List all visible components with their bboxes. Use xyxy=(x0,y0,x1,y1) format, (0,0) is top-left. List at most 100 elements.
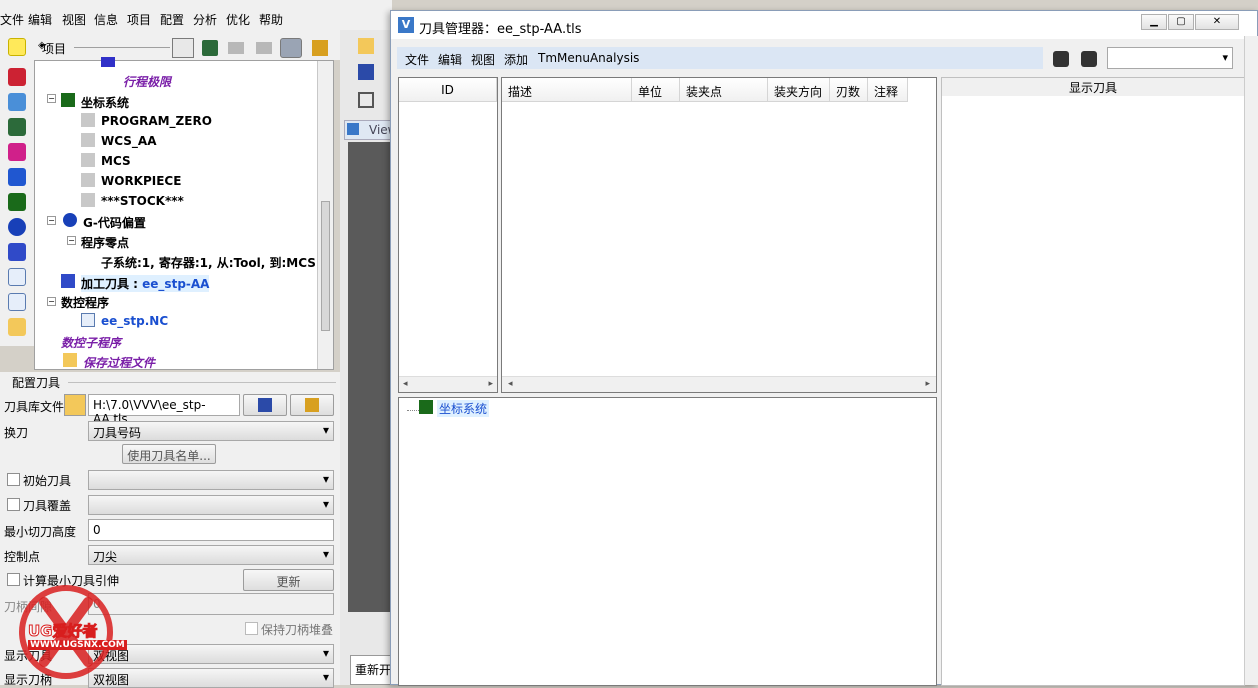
properties-button[interactable] xyxy=(172,38,194,58)
menu-edit[interactable]: 编辑 xyxy=(28,11,52,28)
col-comment[interactable]: 注释 xyxy=(868,78,908,102)
tree-item-nc-file[interactable]: ee_stp.NC xyxy=(101,314,168,328)
min-cut-height-field[interactable]: 0 xyxy=(88,519,334,541)
tree-item-nc-subroutine[interactable]: 数控子程序 xyxy=(61,334,121,351)
stock-icon[interactable] xyxy=(8,143,26,161)
open-folder-button[interactable] xyxy=(64,394,86,416)
move-icon[interactable] xyxy=(8,168,26,186)
save-icon[interactable] xyxy=(358,64,374,80)
close-button[interactable]: ✕ xyxy=(1195,14,1239,30)
component-icon[interactable] xyxy=(8,93,26,111)
tm-menu-add[interactable]: 添加 xyxy=(504,51,528,68)
library-label: 刀具库文件 xyxy=(4,400,65,414)
tm-menu-file[interactable]: 文件 xyxy=(405,51,429,68)
tm-menu-view[interactable]: 视图 xyxy=(471,51,495,68)
expander[interactable]: − xyxy=(67,236,76,245)
menu-optimize[interactable]: 优化 xyxy=(226,11,250,28)
menu-config[interactable]: 配置 xyxy=(160,11,184,28)
col-description[interactable]: 描述 xyxy=(502,78,632,102)
filter-select[interactable]: ▾ xyxy=(1107,47,1233,69)
menu-info[interactable]: 信息 xyxy=(94,11,118,28)
col-flutes[interactable]: 刃数 xyxy=(830,78,868,102)
id-column-header[interactable]: ID xyxy=(399,78,497,102)
tool-change-select[interactable]: 刀具号码 xyxy=(88,421,334,441)
expander[interactable]: − xyxy=(47,94,56,103)
expander[interactable]: − xyxy=(47,297,56,306)
tool-lookup-icon[interactable] xyxy=(1053,51,1069,67)
tree-item-nc-program[interactable]: 数控程序 xyxy=(61,294,109,311)
menu-analysis[interactable]: 分析 xyxy=(193,11,217,28)
tree-item-machining-tool[interactable]: 加工刀具 : ee_stp-AA xyxy=(81,275,210,292)
save-as-library-button[interactable] xyxy=(290,394,334,416)
minimize-button[interactable]: ▁ xyxy=(1141,14,1167,30)
menu-view[interactable]: 视图 xyxy=(62,11,86,28)
maximize-button[interactable]: ▢ xyxy=(1168,14,1194,30)
tree-item-wcs-aa[interactable]: WCS_AA xyxy=(101,134,156,148)
tree-item-travel-limit[interactable]: 行程极限 xyxy=(123,73,171,90)
initial-tool-select[interactable] xyxy=(88,470,334,490)
tree-scrollbar[interactable] xyxy=(317,61,333,369)
tree-item-save-process[interactable]: 保存过程文件 xyxy=(83,354,155,371)
control-point-select[interactable]: 刀尖 xyxy=(88,545,334,565)
tooling-icon[interactable] xyxy=(8,243,26,261)
col-clamp-point[interactable]: 装夹点 xyxy=(680,78,768,102)
nc-program-icon[interactable] xyxy=(8,268,26,286)
tool-override-select[interactable] xyxy=(88,495,334,515)
coord-system-icon xyxy=(61,93,75,107)
tool-table-pane: 描述 单位 装夹点 装夹方向 刃数 注释 ◂ ▸ xyxy=(501,77,937,393)
tree-item-program-zero[interactable]: PROGRAM_ZERO xyxy=(101,114,212,128)
tree-item-program-zero-offset[interactable]: 程序零点 xyxy=(81,234,129,251)
save-library-button[interactable] xyxy=(243,394,287,416)
update-button[interactable]: 更新 xyxy=(243,569,334,591)
save-process-icon xyxy=(63,353,77,367)
coord-icon[interactable] xyxy=(8,193,26,211)
scroll-thumb[interactable] xyxy=(321,201,330,331)
tool-override-label: 刀具覆盖 xyxy=(23,499,72,513)
id-hscroll[interactable]: ◂ ▸ xyxy=(399,376,497,392)
menu-help[interactable]: 帮助 xyxy=(259,11,283,28)
axis-icon xyxy=(81,153,95,167)
menu-project[interactable]: 项目 xyxy=(127,11,151,28)
control-point-label: 控制点 xyxy=(4,550,41,564)
axis-icon xyxy=(81,173,95,187)
col-unit[interactable]: 单位 xyxy=(632,78,680,102)
machining-tool-label: 加工刀具 : xyxy=(81,277,143,291)
tree-root-coord-system[interactable]: 坐标系统 xyxy=(437,400,490,417)
expander[interactable]: − xyxy=(47,216,56,225)
tree-item-workpiece[interactable]: WORKPIECE xyxy=(101,174,181,188)
tool-icon[interactable] xyxy=(8,118,26,136)
restart-field[interactable]: 重新开 xyxy=(350,655,392,685)
menu-file[interactable]: 文件 xyxy=(0,11,24,28)
tree-item-coord-system[interactable]: 坐标系统 xyxy=(81,94,129,111)
save-process-icon[interactable] xyxy=(8,318,26,336)
col-clamp-direction[interactable]: 装夹方向 xyxy=(768,78,830,102)
library-path-field[interactable]: H:\7.0\VVV\ee_stp-AA.tls xyxy=(88,394,240,426)
machine-icon[interactable] xyxy=(8,68,26,86)
undo-icon[interactable] xyxy=(228,42,244,54)
db-button[interactable] xyxy=(280,38,302,58)
hand-icon[interactable] xyxy=(8,38,26,56)
nc-subroutine-icon[interactable] xyxy=(8,293,26,311)
tree-item-mcs[interactable]: MCS xyxy=(101,154,131,168)
tree-item-gcode-offset[interactable]: G-代码偏置 xyxy=(83,214,146,231)
open-icon[interactable] xyxy=(358,38,374,54)
gcode-offset-icon[interactable] xyxy=(8,218,26,236)
tool-search-icon[interactable] xyxy=(1081,51,1097,67)
view-tab[interactable]: View xyxy=(344,120,397,140)
tm-menu-edit[interactable]: 编辑 xyxy=(438,51,462,68)
keep-holder-stack-checkbox[interactable] xyxy=(245,622,258,635)
tm-menu-analysis[interactable]: TmMenuAnalysis xyxy=(538,51,639,65)
viewport xyxy=(348,142,392,612)
layout-icon[interactable] xyxy=(358,92,374,108)
tree-item-subsystem[interactable]: 子系统:1, 寄存器:1, 从:Tool, 到:MCS xyxy=(101,254,316,271)
pin-icon[interactable] xyxy=(312,40,328,56)
tree-item-stock[interactable]: ***STOCK*** xyxy=(101,194,184,208)
tool-add-icon[interactable] xyxy=(202,40,218,56)
title-bar: V 刀具管理器：ee_stp-AA.tls ▁ ▢ ✕ xyxy=(391,11,1257,39)
tool-override-checkbox[interactable] xyxy=(7,498,20,511)
initial-tool-checkbox[interactable] xyxy=(7,473,20,486)
use-tool-names-button[interactable]: 使用刀具名单... xyxy=(122,444,216,464)
table-hscroll[interactable]: ◂ ▸ xyxy=(502,376,936,392)
axis-icon xyxy=(81,113,95,127)
redo-icon[interactable] xyxy=(256,42,272,54)
